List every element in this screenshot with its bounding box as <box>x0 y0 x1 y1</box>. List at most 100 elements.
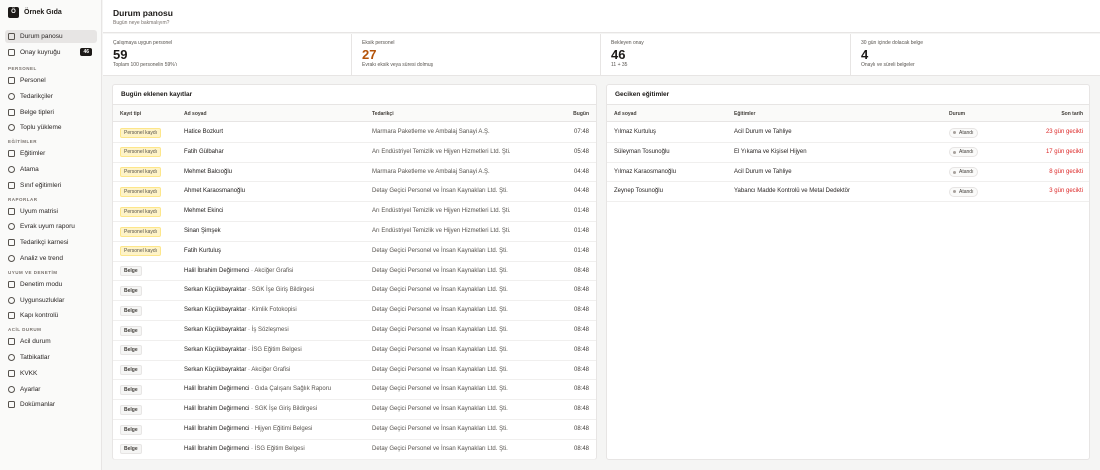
table-row[interactable]: Personel kaydı Sinan Şimşek Arı Endüstriye… <box>113 222 596 242</box>
table-row[interactable]: Personel kaydı Ahmet Karaosmanoğlu Detay G… <box>113 182 596 203</box>
column-header-status[interactable]: Durum <box>949 111 965 117</box>
record-name[interactable]: Sinan Şimşek <box>184 228 221 234</box>
overdue-label: 17 gün gecikti <box>1045 148 1083 155</box>
sidebar-item-kvkk[interactable]: KVKK <box>5 367 97 380</box>
table-row[interactable]: Belge Serkan Küçükbayraktar · SGK İşe Gir… <box>113 281 596 302</box>
person-name: Serkan Küçükbayraktar <box>184 346 247 353</box>
uyum-matrisi-icon <box>8 207 15 215</box>
record-time: 08:48 <box>573 406 589 413</box>
sidebar-item-belge-tipleri[interactable]: Belge tipleri <box>5 106 97 119</box>
person-name: Serkan Küçükbayraktar <box>184 287 247 294</box>
column-header-name[interactable]: Ad soyad <box>614 111 637 117</box>
sidebar-item-dokumanlar[interactable]: Dokümanlar <box>5 398 97 411</box>
person-name[interactable]: Yılmaz Kurtuluş <box>614 129 656 135</box>
sidebar-item-analiz-ve-trend[interactable]: Analiz ve trend <box>5 252 97 265</box>
status-dot-icon <box>953 190 956 194</box>
record-name[interactable]: Halil İbrahim Değirmenci · Gıda Çalışanı… <box>184 386 331 392</box>
sidebar-item-tatbikatlar[interactable]: Tatbikatlar <box>5 351 97 364</box>
person-name[interactable]: Süleyman Tosunoğlu <box>614 149 670 155</box>
table-row[interactable]: Personel kaydı Mehmet Ekinci Arı Endüstriy… <box>113 202 596 222</box>
column-header-supplier[interactable]: Tedarikçi <box>372 111 394 117</box>
table-row[interactable]: Yılmaz Kurtuluş Acil Durum ve Tahliye Atan… <box>607 123 1089 143</box>
table-row[interactable]: Zeynep Tosunoğlu Yabancı Madde Kontrolü v… <box>607 182 1089 203</box>
person-name: Serkan Küçükbayraktar <box>184 366 247 373</box>
column-header-record-type[interactable]: Kayıt tipi <box>120 111 141 117</box>
sidebar-item-ayarlar[interactable]: Ayarlar <box>5 383 97 396</box>
stats-bar: Çalışmaya uygun personel 59 Toplam 100 per… <box>103 34 1100 76</box>
analiz-ve-trend-icon <box>8 255 15 262</box>
column-header-trainings[interactable]: Eğitimler <box>734 111 755 117</box>
record-type-badge: Belge <box>120 285 142 296</box>
record-type-badge: Belge <box>120 345 142 356</box>
record-name[interactable]: Serkan Küçükbayraktar · Kimlik Fotokopis… <box>184 307 297 313</box>
sidebar-item-atama[interactable]: Atama <box>5 163 97 176</box>
acil-durum-icon <box>8 338 15 346</box>
sidebar-item-tedarikciler[interactable]: Tedarikçiler <box>5 90 97 103</box>
column-header-due-date[interactable]: Son tarih <box>1061 111 1083 117</box>
record-name[interactable]: Hatice Bozkurt <box>184 129 223 135</box>
record-type-badge: Personel kaydı <box>120 226 162 237</box>
sidebar-item-egitimler[interactable]: Eğitimler <box>5 147 97 160</box>
table-row[interactable]: Belge Serkan Küçükbayraktar · Kimlik Foto… <box>113 301 596 321</box>
record-name[interactable]: Fatih Kurtuluş <box>184 248 221 254</box>
person-name[interactable]: Yılmaz Karaosmanoğlu <box>614 169 676 175</box>
record-type-badge: Belge <box>120 305 142 316</box>
supplier-name: Detay Geçici Personel ve İnsan Kaynaklar… <box>372 366 508 373</box>
sidebar-item-acil-durum[interactable]: Acil durum <box>5 335 97 348</box>
sidebar-item-label: KVKK <box>20 369 38 377</box>
table-row[interactable]: Belge Halil İbrahim Değirmenci · SGK İşe … <box>113 400 596 420</box>
supplier-name: Detay Geçici Personel ve İnsan Kaynaklar… <box>372 445 508 452</box>
sidebar-item-sinif-egitimleri[interactable]: Sınıf eğitimleri <box>5 179 97 192</box>
column-header-today[interactable]: Bugün <box>573 111 589 117</box>
record-type-badge: Personel kaydı <box>120 186 162 197</box>
tedarikci-karnesi-icon <box>8 239 15 247</box>
sidebar-item-label: Kapı kontrolü <box>20 312 59 320</box>
table-row[interactable]: Belge Halil İbrahim Değirmenci · Gıda Çal… <box>113 380 596 401</box>
table-row[interactable]: Yılmaz Karaosmanoğlu Acil Durum ve Tahliy… <box>607 163 1089 183</box>
column-header-name[interactable]: Ad soyad <box>184 111 207 117</box>
person-name: Halil İbrahim Değirmenci <box>184 406 250 413</box>
table-row[interactable]: Personel kaydı Mehmet Balcıoğlu Marmara Pa… <box>113 163 596 183</box>
sidebar-item-kapi-kontrolu[interactable]: Kapı kontrolü <box>5 309 97 322</box>
record-name[interactable]: Mehmet Balcıoğlu <box>184 169 232 175</box>
stat-card-4: 30 gün içinde dolacak belge 4 Onaylı ve sü… <box>851 34 1100 76</box>
brand[interactable]: Ö Örnek Gıda <box>0 0 101 24</box>
record-name[interactable]: Ahmet Karaosmanoğlu <box>184 188 245 194</box>
belge-tipleri-icon <box>8 108 15 116</box>
stat-card-1: Çalışmaya uygun personel 59 Toplam 100 per… <box>103 34 352 76</box>
stat-note: 11 + 35 <box>611 62 628 68</box>
record-name[interactable]: Halil İbrahim Değirmenci · Hijyen Eğitim… <box>184 426 312 432</box>
record-name[interactable]: Serkan Küçükbayraktar · SGK İşe Giriş Bi… <box>184 287 314 293</box>
record-name[interactable]: Serkan Küçükbayraktar · Akciğer Grafisi <box>184 367 290 373</box>
record-name[interactable]: Serkan Küçükbayraktar · İş Sözleşmesi <box>184 327 289 333</box>
table-row[interactable]: Belge Serkan Küçükbayraktar · İSG Eğitim … <box>113 341 596 361</box>
sidebar-item-evrak-uyum-raporu[interactable]: Evrak uyum raporu <box>5 220 97 233</box>
sidebar-item-uyum-matrisi[interactable]: Uyum matrisi <box>5 205 97 218</box>
sidebar-item-uygunsuzluklar[interactable]: Uygunsuzluklar <box>5 294 97 307</box>
table-row[interactable]: Personel kaydı Fatih Kurtuluş Detay Geçici… <box>113 242 596 262</box>
table-row[interactable]: Süleyman Tosunoğlu El Yıkama ve Kişisel H… <box>607 143 1089 163</box>
sidebar-item-durum-panosu[interactable]: Durum panosu <box>5 30 97 43</box>
sidebar-item-label: Atama <box>20 166 39 173</box>
record-name[interactable]: Halil İbrahim Değirmenci · Akciğer Grafi… <box>184 268 293 274</box>
table-row[interactable]: Belge Halil İbrahim Değirmenci · Hijyen E… <box>113 420 596 440</box>
sidebar-item-personel[interactable]: Personel <box>5 74 97 87</box>
sidebar-item-denetim-modu[interactable]: Denetim modu <box>5 278 97 291</box>
record-name[interactable]: Halil İbrahim Değirmenci · İSG Eğitim Be… <box>184 446 305 452</box>
document-name: · İSG Eğitim Belgesi <box>246 346 302 353</box>
record-name[interactable]: Halil İbrahim Değirmenci · SGK İşe Giriş… <box>184 406 317 412</box>
sidebar-item-tedarikci-karnesi[interactable]: Tedarikçi karnesi <box>5 236 97 249</box>
sidebar-item-toplu-yukleme[interactable]: Toplu yükleme <box>5 121 97 134</box>
record-time: 04:48 <box>573 188 589 195</box>
record-name[interactable]: Fatih Gülbahar <box>184 149 224 155</box>
sidebar-item-onay-kuyrugu[interactable]: Onay kuyruğu 46 <box>5 46 97 59</box>
person-name[interactable]: Zeynep Tosunoğlu <box>614 188 663 194</box>
table-row[interactable]: Belge Halil İbrahim Değirmenci · İSG Eğit… <box>113 440 596 460</box>
record-name[interactable]: Mehmet Ekinci <box>184 208 223 214</box>
table-row[interactable]: Personel kaydı Hatice Bozkurt Marmara Pake… <box>113 123 596 143</box>
table-row[interactable]: Personel kaydı Fatih Gülbahar Arı Endüstri… <box>113 143 596 163</box>
record-name[interactable]: Serkan Küçükbayraktar · İSG Eğitim Belge… <box>184 347 302 353</box>
table-row[interactable]: Belge Serkan Küçükbayraktar · Akciğer Gra… <box>113 361 596 381</box>
table-row[interactable]: Belge Halil İbrahim Değirmenci · Akciğer … <box>113 262 596 282</box>
table-row[interactable]: Belge Serkan Küçükbayraktar · İş Sözleşme… <box>113 321 596 341</box>
